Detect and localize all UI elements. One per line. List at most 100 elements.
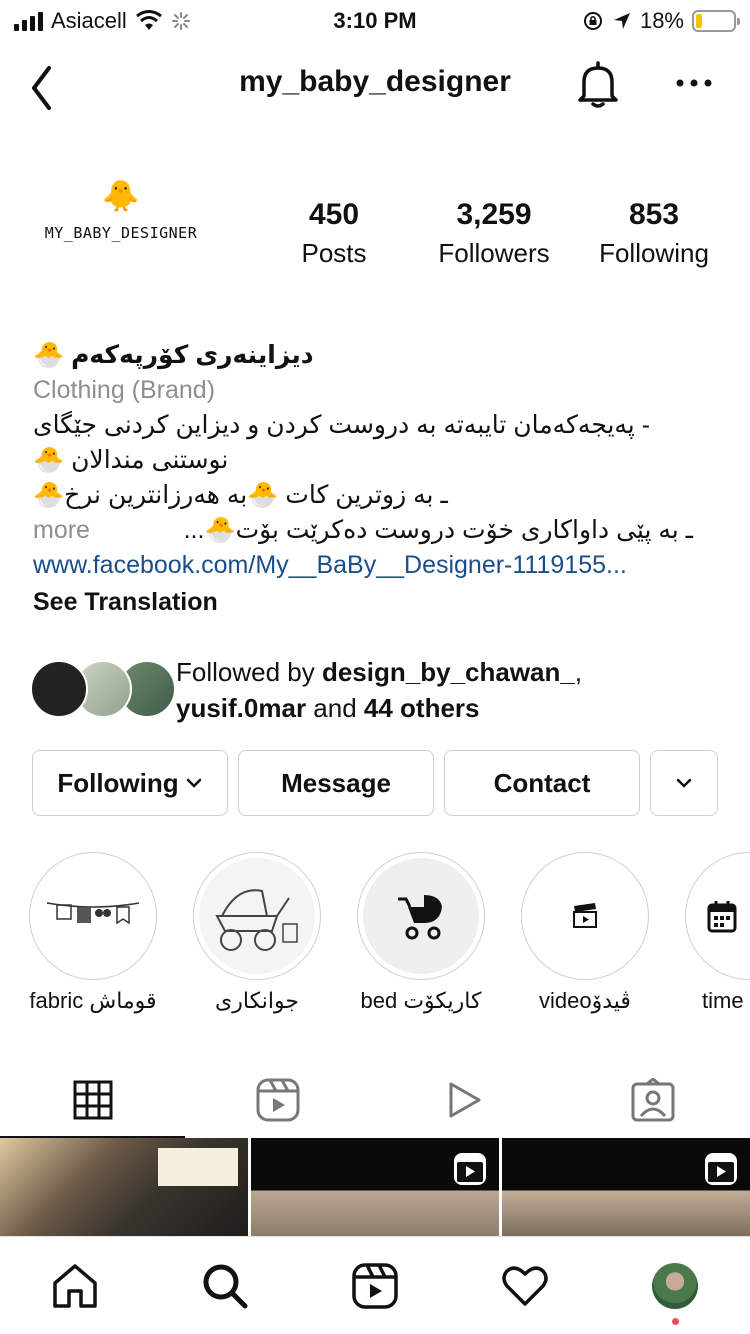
notifications-button[interactable] <box>574 58 622 110</box>
story-highlights: fabric قوماش جوانکاری bed کاریکۆت videoڤ… <box>0 852 750 1032</box>
reels-icon <box>705 1153 737 1185</box>
stat-following-value: 853 <box>628 198 680 231</box>
chevron-down-icon <box>186 778 201 788</box>
reels-icon <box>256 1078 299 1122</box>
profile-avatar <box>652 1263 698 1309</box>
stroller-icon <box>363 858 479 974</box>
highlight-label: bed کاریکۆت <box>360 988 482 1013</box>
nav-home[interactable] <box>50 1261 100 1311</box>
highlight-fabric[interactable]: fabric قوماش <box>28 852 158 1014</box>
followed-by-text: Followed by design_by_chawan_, yusif.0ma… <box>176 654 736 726</box>
bio-line-4: ـ بە پێی داواکاری خۆت دروست دەکرێت بۆت🐣.… <box>183 516 693 544</box>
message-button-label: Message <box>281 767 391 798</box>
more-options-button[interactable] <box>672 70 716 96</box>
bio-category: Clothing (Brand) <box>33 376 216 404</box>
highlight-ring <box>193 852 321 980</box>
location-arrow-icon <box>613 13 630 29</box>
highlight-label: fabric قوماش <box>29 988 157 1013</box>
bio-line-2: نوستنی مندالان 🐣 <box>33 446 229 474</box>
clapperboard-icon <box>527 858 643 974</box>
rotation-lock-icon <box>583 12 602 30</box>
post-thumbnail[interactable] <box>0 1138 248 1238</box>
bell-icon <box>578 61 618 108</box>
suggested-accounts-button[interactable] <box>650 750 718 816</box>
post-thumbnail[interactable] <box>502 1138 750 1238</box>
followed-by[interactable]: Followed by design_by_chawan_, yusif.0ma… <box>30 652 730 724</box>
calendar-icon <box>691 858 750 974</box>
highlight-label: time <box>702 988 744 1013</box>
stat-posts-value: 450 <box>308 198 360 231</box>
profile-username: my_baby_designer <box>239 65 511 98</box>
highlight-label: جوانکاری <box>215 988 299 1013</box>
highlight-decoration[interactable]: جوانکاری <box>192 852 322 1014</box>
tab-grid[interactable] <box>0 1062 185 1138</box>
posts-grid <box>0 1138 750 1238</box>
window-light <box>158 1148 238 1186</box>
stat-posts[interactable]: 450 Posts <box>254 198 414 269</box>
followed-by-user-1[interactable]: design_by_chawan_ <box>322 657 575 687</box>
bio-line-3: ـ بە زوترین کات 🐣بە هەرزانترین نرخ🐣 <box>33 481 448 509</box>
highlight-ring <box>685 852 750 980</box>
stat-followers-value: 3,259 <box>456 198 532 231</box>
nav-reels[interactable] <box>350 1261 400 1311</box>
followed-by-prefix: Followed by <box>176 657 322 687</box>
tab-reels[interactable] <box>185 1062 370 1138</box>
bio-line-4-row: more ـ بە پێی داواکاری خۆت دروست دەکرێت … <box>33 513 693 548</box>
bio-line-1: - پەیجەکەمان تایبەتە بە دروست کردن و دیز… <box>33 411 651 439</box>
see-translation-link[interactable]: See Translation <box>33 585 723 620</box>
search-icon <box>203 1264 248 1309</box>
stat-followers[interactable]: 3,259 Followers <box>414 198 574 269</box>
followed-by-sep: , <box>574 657 583 687</box>
reels-icon <box>352 1263 398 1309</box>
highlight-ring <box>521 852 649 980</box>
following-button[interactable]: Following <box>32 750 228 816</box>
battery-icon <box>692 10 740 32</box>
contact-button-label: Contact <box>493 767 591 798</box>
nav-activity[interactable] <box>500 1261 550 1311</box>
tab-videos[interactable] <box>370 1062 555 1138</box>
profile-stats: 450 Posts 3,259 Followers 853 Following <box>0 198 750 278</box>
followed-by-and: and <box>306 693 364 723</box>
stat-following-label: Following <box>599 238 709 268</box>
battery-level <box>696 14 703 28</box>
followed-by-user-2[interactable]: yusif.0mar <box>176 693 306 723</box>
clothesline-icon <box>35 858 151 974</box>
message-button[interactable]: Message <box>238 750 434 816</box>
heart-icon <box>502 1266 548 1306</box>
status-left: Asiacell <box>14 8 191 34</box>
post-thumbnail[interactable] <box>251 1138 499 1238</box>
follower-avatar-1 <box>30 660 88 718</box>
highlight-time[interactable]: time <box>684 852 750 1014</box>
play-icon <box>449 1082 480 1118</box>
signal-icon <box>14 11 43 31</box>
bottom-navigation <box>0 1236 750 1334</box>
loading-icon <box>171 12 190 30</box>
carrier-name: Asiacell <box>51 8 127 33</box>
profile-actions: Following Message Contact <box>0 750 750 818</box>
tab-tagged[interactable] <box>560 1062 745 1138</box>
tagged-icon <box>631 1078 674 1122</box>
contact-button[interactable]: Contact <box>444 750 640 816</box>
followed-by-others[interactable]: 44 others <box>364 693 480 723</box>
bio-more-link[interactable]: more <box>33 513 90 548</box>
profile-header: my_baby_designer <box>0 50 750 116</box>
home-icon <box>53 1264 97 1308</box>
notification-dot <box>672 1318 679 1325</box>
highlight-ring <box>29 852 157 980</box>
nav-profile[interactable] <box>650 1261 700 1311</box>
content-tabs <box>0 1062 750 1138</box>
stat-following[interactable]: 853 Following <box>574 198 734 269</box>
nav-search[interactable] <box>200 1261 250 1311</box>
highlight-bed[interactable]: bed کاریکۆت <box>356 852 486 1014</box>
more-dots-icon <box>676 79 712 87</box>
profile-bio: دیزاینەری کۆرپەکەم 🐣 Clothing (Brand) - … <box>33 338 723 620</box>
bio-display-name: دیزاینەری کۆرپەکەم 🐣 <box>33 341 314 369</box>
status-right: 18% <box>582 8 740 34</box>
stroller-sketch-icon <box>199 858 315 974</box>
bio-website-link[interactable]: www.facebook.com/My__BaBy__Designer-1119… <box>33 548 723 583</box>
grid-icon <box>73 1080 112 1120</box>
status-bar: Asiacell 3:10 PM 18% <box>0 0 750 40</box>
highlight-ring <box>357 852 485 980</box>
highlight-video[interactable]: videoڤیدۆ <box>520 852 650 1014</box>
following-button-label: Following <box>57 767 179 798</box>
